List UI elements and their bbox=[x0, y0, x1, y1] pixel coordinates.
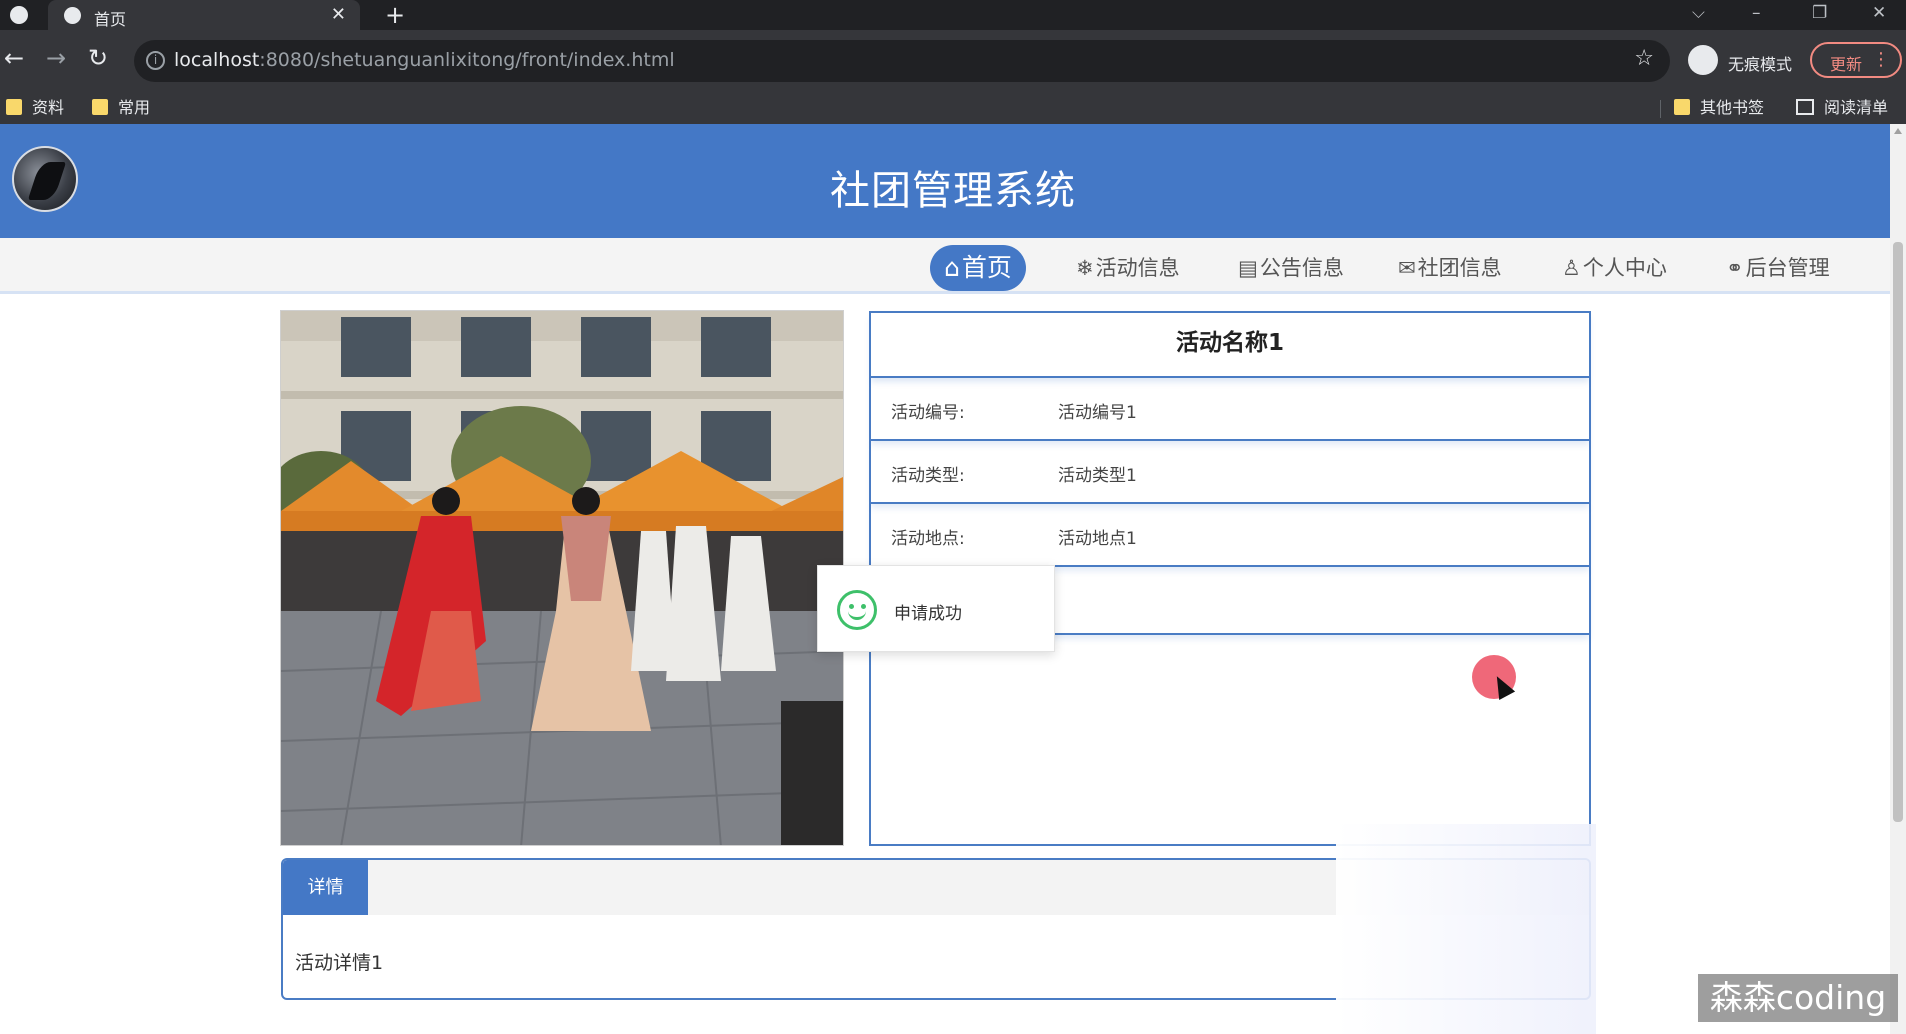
document-icon: ▤ bbox=[1238, 256, 1258, 280]
minimize-button[interactable]: – bbox=[1752, 3, 1761, 23]
activity-name: 活动名称1 bbox=[871, 313, 1589, 378]
info-value: 活动类型1 bbox=[1058, 466, 1137, 486]
reading-list[interactable]: 阅读清单 bbox=[1796, 94, 1888, 122]
back-button[interactable]: ← bbox=[4, 44, 24, 72]
nav-admin[interactable]: ⚭后台管理 bbox=[1726, 245, 1830, 291]
nav-profile[interactable]: ♙个人中心 bbox=[1562, 245, 1667, 291]
incognito-label: 无痕模式 bbox=[1728, 55, 1793, 74]
nav-clubs[interactable]: ✉社团信息 bbox=[1398, 245, 1502, 291]
smile-icon bbox=[837, 590, 877, 630]
link-icon: ⚭ bbox=[1726, 256, 1744, 280]
close-window-button[interactable]: ✕ bbox=[1872, 3, 1886, 23]
page-scrollbar[interactable] bbox=[1890, 124, 1906, 1034]
bookmark-star-icon[interactable]: ☆ bbox=[1634, 46, 1654, 71]
url-text: localhost:8080/shetuanguanlixitong/front… bbox=[174, 49, 675, 71]
snowflake-icon: ❄ bbox=[1076, 256, 1094, 280]
blurred-area bbox=[1336, 824, 1596, 1034]
tab-search-icon[interactable]: ⌵ bbox=[1692, 3, 1705, 23]
photo-illustration bbox=[281, 311, 843, 845]
activity-photo bbox=[280, 310, 844, 846]
browser-tab[interactable]: 首页 ✕ bbox=[48, 0, 360, 30]
reading-list-icon bbox=[1796, 99, 1814, 115]
folder-icon bbox=[6, 99, 22, 115]
info-row-number: 活动编号: 活动编号1 bbox=[871, 378, 1589, 441]
bookmark-folder-0[interactable]: 资料 bbox=[6, 94, 64, 122]
incognito-icon bbox=[1688, 45, 1718, 75]
nav-notices[interactable]: ▤公告信息 bbox=[1238, 245, 1344, 291]
bookmark-folder-1[interactable]: 常用 bbox=[92, 94, 150, 122]
home-icon: ⌂ bbox=[944, 253, 960, 282]
info-value: 活动地点1 bbox=[1058, 529, 1137, 549]
restore-button[interactable]: ❐ bbox=[1812, 3, 1827, 23]
info-label: 活动地点: bbox=[891, 529, 965, 549]
detail-content: 活动详情1 bbox=[295, 952, 384, 974]
browser-tab-strip: 首页 ✕ + ⌵ – ❐ ✕ bbox=[0, 0, 1906, 30]
info-row-type: 活动类型: 活动类型1 bbox=[871, 441, 1589, 504]
browser-menu-icon[interactable] bbox=[10, 6, 28, 24]
main-nav: ⌂首页 ❄活动信息 ▤公告信息 ✉社团信息 ♙个人中心 ⚭后台管理 bbox=[0, 238, 1890, 294]
update-button[interactable]: 更新 ⋮ bbox=[1810, 42, 1902, 78]
watermark: 森森coding bbox=[1698, 974, 1898, 1022]
reload-button[interactable]: ↻ bbox=[88, 44, 108, 72]
globe-icon bbox=[64, 7, 81, 24]
menu-icon[interactable]: ⋮ bbox=[1872, 49, 1890, 70]
web-page: 社团管理系统 ⌂首页 ❄活动信息 ▤公告信息 ✉社团信息 ♙个人中心 ⚭后台管理 bbox=[0, 124, 1890, 1034]
folder-icon bbox=[92, 99, 108, 115]
folder-icon bbox=[1674, 99, 1690, 115]
new-tab-button[interactable]: + bbox=[385, 1, 405, 29]
site-title: 社团管理系统 bbox=[830, 168, 1076, 214]
close-tab-icon[interactable]: ✕ bbox=[331, 4, 346, 25]
other-bookmarks[interactable]: 其他书签 bbox=[1674, 94, 1764, 122]
forward-button[interactable]: → bbox=[46, 44, 66, 72]
user-icon: ♙ bbox=[1562, 256, 1581, 280]
info-row-location: 活动地点: 活动地点1 bbox=[871, 504, 1589, 567]
bookmark-divider bbox=[1660, 100, 1661, 118]
info-label: 活动类型: bbox=[891, 466, 965, 486]
tab-title: 首页 bbox=[94, 10, 127, 29]
info-value: 活动编号1 bbox=[1058, 403, 1137, 423]
nav-home[interactable]: ⌂首页 bbox=[930, 245, 1026, 291]
browser-toolbar: ← → ↻ i localhost:8080/shetuanguanlixito… bbox=[0, 30, 1906, 124]
site-header: 社团管理系统 bbox=[0, 124, 1890, 238]
info-label: 活动编号: bbox=[891, 403, 965, 423]
scroll-up-icon[interactable] bbox=[1894, 128, 1902, 134]
tab-detail[interactable]: 详情 bbox=[283, 860, 368, 915]
site-info-icon[interactable]: i bbox=[146, 51, 165, 70]
address-bar[interactable]: i localhost:8080/shetuanguanlixitong/fro… bbox=[134, 40, 1670, 82]
mail-icon: ✉ bbox=[1398, 256, 1416, 280]
scroll-thumb[interactable] bbox=[1893, 242, 1903, 822]
success-toast: 申请成功 bbox=[817, 565, 1055, 652]
toast-message: 申请成功 bbox=[894, 604, 962, 624]
nav-activities[interactable]: ❄活动信息 bbox=[1076, 245, 1180, 291]
